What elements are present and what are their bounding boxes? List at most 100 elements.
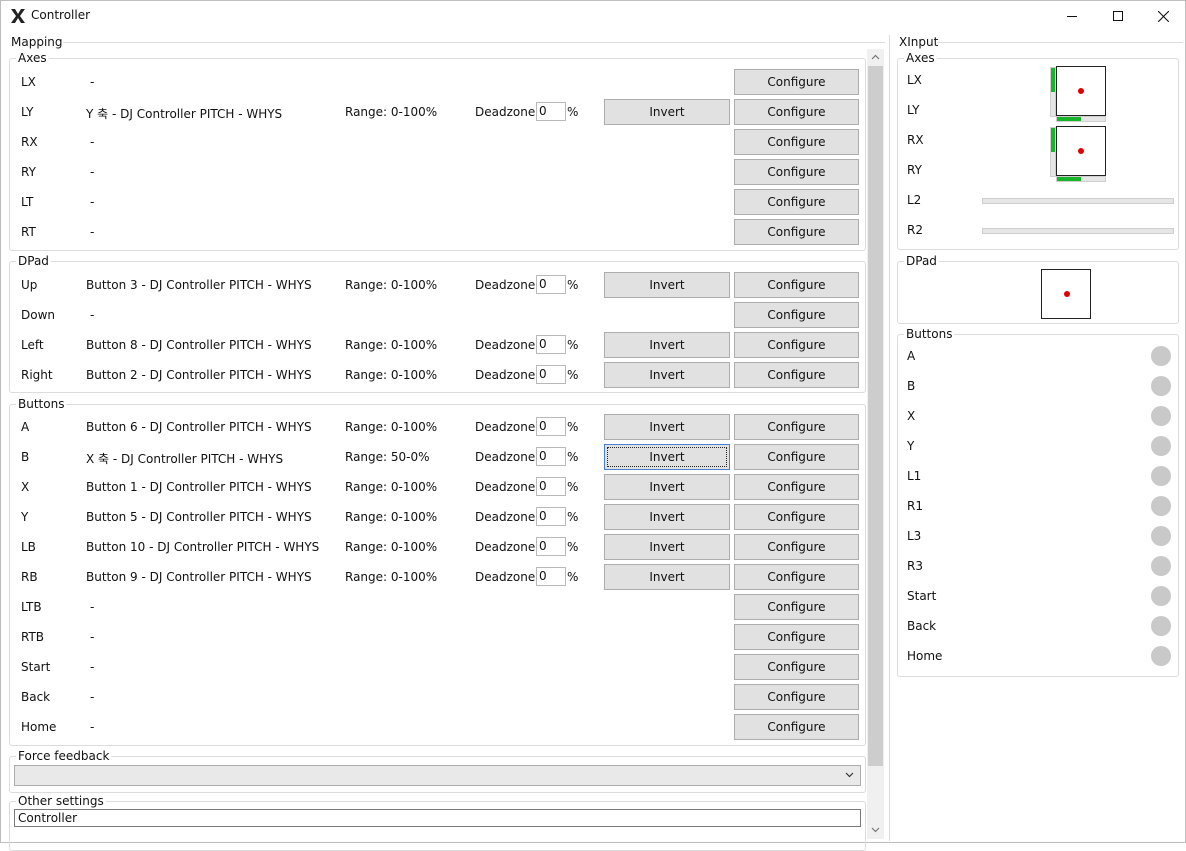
deadzone-percent: % [567,105,579,119]
chevron-down-icon [871,827,880,833]
left-stick-position-dot [1078,88,1084,94]
configure-button[interactable]: Configure [734,129,859,155]
mapping-range: Range: 0-100% [345,480,438,494]
configure-button[interactable]: Configure [734,534,859,560]
invert-button[interactable]: Invert [604,272,730,298]
deadzone-input[interactable]: 0 [536,275,566,294]
mapping-name: Up [21,278,38,292]
xinput-axis-ry-label: RY [907,163,922,177]
mapping-source: Y 축 - DJ Controller PITCH - WHYS [86,107,283,121]
configure-button[interactable]: Configure [734,302,859,328]
invert-button[interactable]: Invert [604,564,730,590]
mapping-source: - [90,720,95,734]
configure-button[interactable]: Configure [734,414,859,440]
xinput-button-label: Start [907,589,937,603]
deadzone-input[interactable]: 0 [536,417,566,436]
maximize-button[interactable] [1095,1,1141,31]
invert-button[interactable]: Invert [604,534,730,560]
xinput-button-label: R3 [907,559,923,573]
mapping-row-b: B X 축 - DJ Controller PITCH - WHYS Range: … [1,442,861,472]
minimize-button[interactable] [1049,1,1095,31]
configure-button[interactable]: Configure [734,444,859,470]
chevron-up-icon [871,54,880,60]
deadzone-label: Deadzone: [475,368,540,382]
mapping-source: Button 2 - DJ Controller PITCH - WHYS [86,368,312,382]
invert-button[interactable]: Invert [604,414,730,440]
dpad-indicator-box [1041,269,1091,319]
mapping-source: Button 3 - DJ Controller PITCH - WHYS [86,278,312,292]
mapping-scrollbar[interactable] [867,49,884,839]
invert-button[interactable]: Invert [604,99,730,125]
mapping-row-rt: RT - Configure [1,217,861,247]
left-stick-x-fill [1057,117,1081,121]
controller-window: Controller Mapping Axes LX - Configure LY Y … [0,0,1186,851]
xinput-buttons-title: Buttons [904,327,955,341]
mapping-row-down: Down - Configure [1,300,861,330]
controller-name-input[interactable]: Controller [14,809,861,827]
mapping-source: - [90,660,95,674]
configure-button[interactable]: Configure [734,69,859,95]
xinput-button-label: B [907,379,916,393]
mapping-source: - [90,195,95,209]
scroll-down-arrow[interactable] [867,821,884,838]
configure-button[interactable]: Configure [734,684,859,710]
configure-button[interactable]: Configure [734,594,859,620]
deadzone-input[interactable]: 0 [536,365,566,384]
invert-button[interactable]: Invert [604,444,730,470]
xinput-axis-rx-label: RX [907,133,924,147]
close-button[interactable] [1140,1,1186,31]
configure-button[interactable]: Configure [734,99,859,125]
mapping-source: - [90,308,95,322]
xinput-button-indicator [1151,616,1171,636]
mapping-row-ly: LY Y 축 - DJ Controller PITCH - WHYS Range:… [1,97,861,127]
right-stick-y-fill [1051,128,1055,152]
configure-button[interactable]: Configure [734,332,859,358]
configure-button[interactable]: Configure [734,564,859,590]
invert-button[interactable]: Invert [604,504,730,530]
configure-button[interactable]: Configure [734,474,859,500]
mapping-name: LTB [21,600,42,614]
configure-button[interactable]: Configure [734,624,859,650]
minimize-icon [1067,16,1077,17]
deadzone-input[interactable]: 0 [536,477,566,496]
mapping-row-y: Y Button 5 - DJ Controller PITCH - WHYS Ra… [1,502,861,532]
scroll-thumb[interactable] [868,66,883,766]
mapping-range: Range: 0-100% [345,105,438,119]
xinput-axis-lx-label: LX [907,73,922,87]
configure-button[interactable]: Configure [734,189,859,215]
mapping-name: LB [21,540,36,554]
deadzone-label: Deadzone: [475,105,540,119]
mapping-range: Range: 0-100% [345,510,438,524]
scroll-up-arrow[interactable] [867,49,884,66]
deadzone-input[interactable]: 0 [536,102,566,121]
mapping-name: Right [21,368,53,382]
configure-button[interactable]: Configure [734,219,859,245]
xinput-button-indicator [1151,586,1171,606]
panel-splitter[interactable] [889,35,890,841]
mapping-name: Back [21,690,51,704]
configure-button[interactable]: Configure [734,714,859,740]
configure-button[interactable]: Configure [734,504,859,530]
invert-button[interactable]: Invert [604,332,730,358]
configure-button[interactable]: Configure [734,272,859,298]
mapping-name: RTB [21,630,45,644]
deadzone-input[interactable]: 0 [536,567,566,586]
mapping-source: Button 9 - DJ Controller PITCH - WHYS [86,570,312,584]
deadzone-input[interactable]: 0 [536,335,566,354]
xinput-button-indicator [1151,346,1171,366]
invert-button[interactable]: Invert [604,474,730,500]
deadzone-input[interactable]: 0 [536,537,566,556]
configure-button[interactable]: Configure [734,362,859,388]
configure-button[interactable]: Configure [734,159,859,185]
force-feedback-select[interactable] [14,765,861,786]
title-bar[interactable]: Controller [1,1,1185,31]
xinput-button-indicator [1151,556,1171,576]
invert-button[interactable]: Invert [604,362,730,388]
mapping-name: RX [21,135,38,149]
deadzone-input[interactable]: 0 [536,447,566,466]
deadzone-input[interactable]: 0 [536,507,566,526]
mapping-row-ry: RY - Configure [1,157,861,187]
configure-button[interactable]: Configure [734,654,859,680]
mapping-row-right: Right Button 2 - DJ Controller PITCH - WH… [1,360,861,390]
mapping-row-ltb: LTB - Configure [1,592,861,622]
